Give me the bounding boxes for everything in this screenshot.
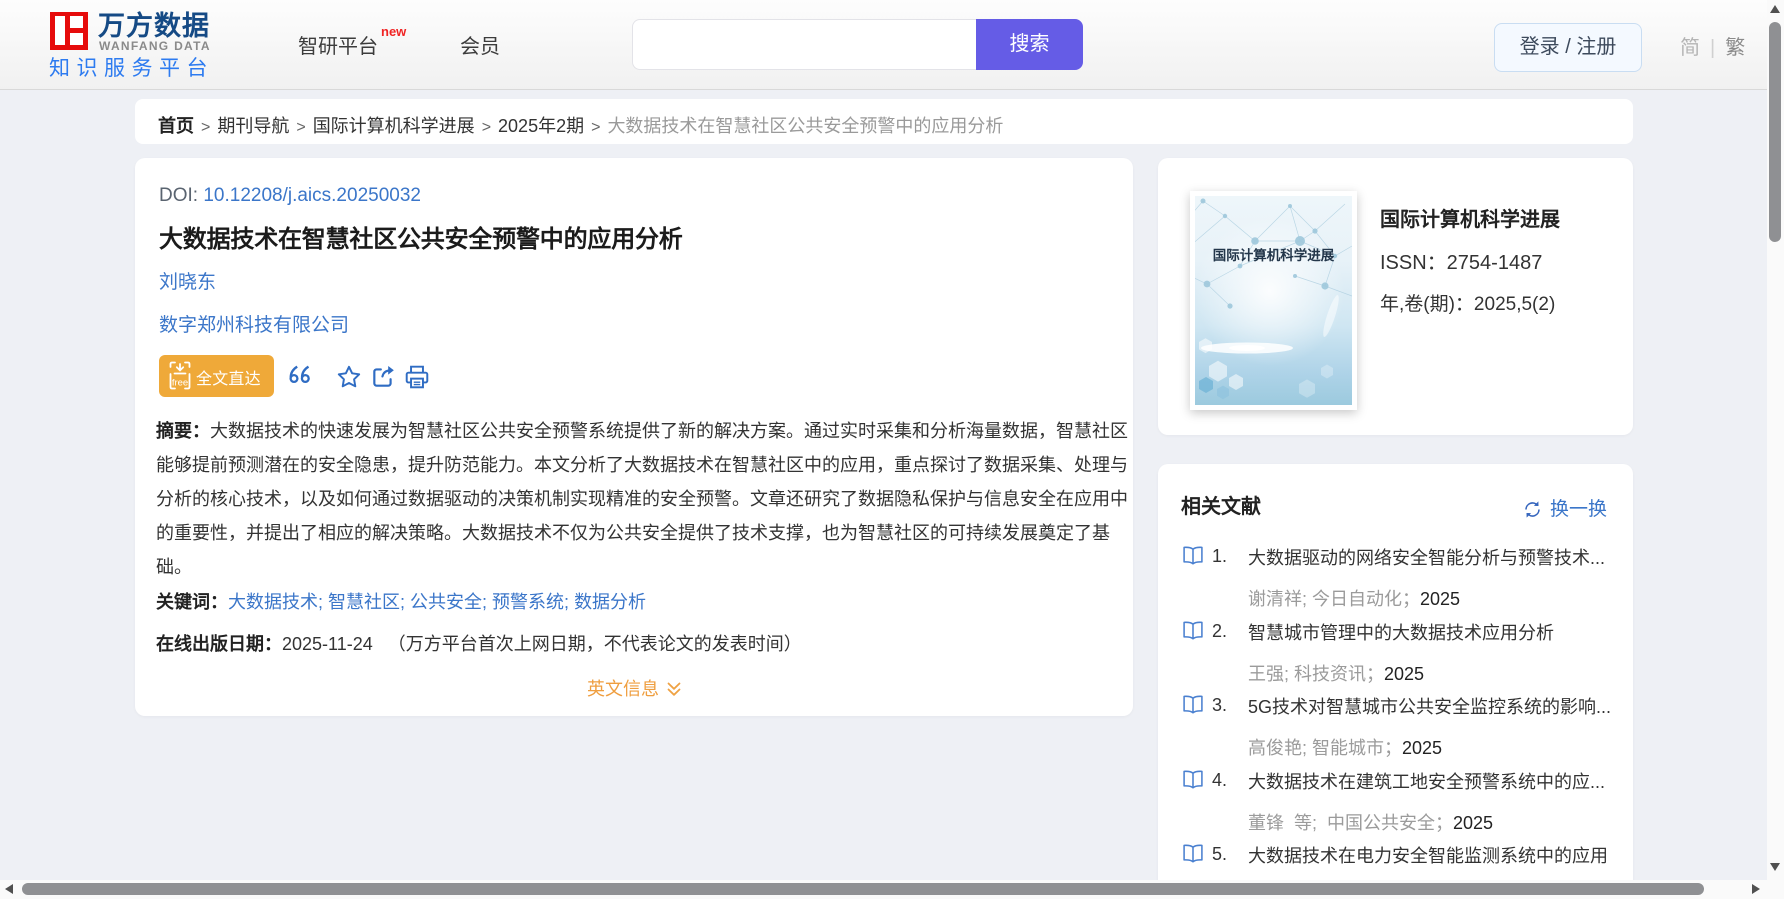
svg-text:free: free (172, 378, 188, 389)
